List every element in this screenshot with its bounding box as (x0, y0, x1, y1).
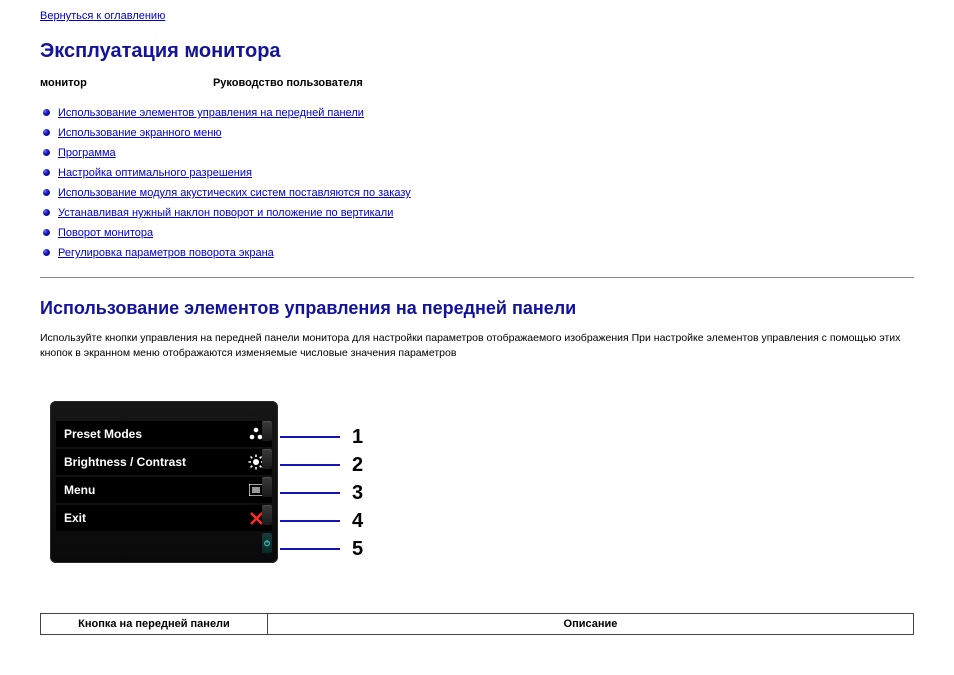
osd-item-brightness-contrast: Brightness / Contrast (56, 449, 272, 475)
callout-numbers: 1 2 3 4 5 (280, 401, 363, 563)
section-heading: Использование элементов управления на пе… (40, 298, 914, 319)
toc-link-sound-module[interactable]: Использование модуля акустических систем… (58, 187, 411, 199)
bezel-buttons (262, 421, 272, 553)
bezel-button-4 (262, 505, 272, 525)
toc-link-front-controls[interactable]: Использование элементов управления на пе… (58, 107, 364, 119)
osd-item-exit: Exit (56, 505, 272, 531)
monitor-bezel: Preset Modes Brightness / Contrast Menu … (50, 401, 278, 563)
callout-5: 5 (352, 538, 363, 561)
table-of-contents: Использование элементов управления на пе… (40, 103, 914, 263)
osd-item-preset-modes: Preset Modes (56, 421, 272, 447)
subtitle-monitor: монитор (40, 77, 87, 89)
osd-label: Menu (64, 477, 95, 503)
osd-label: Preset Modes (64, 421, 142, 447)
front-panel-figure: Preset Modes Brightness / Contrast Menu … (50, 401, 914, 563)
callout-2: 2 (352, 454, 363, 477)
description-table: Кнопка на передней панели Описание (40, 613, 914, 635)
power-icon (263, 539, 271, 547)
table-header-button: Кнопка на передней панели (41, 614, 268, 635)
osd-label: Exit (64, 505, 86, 531)
back-to-contents-link[interactable]: Вернуться к оглавлению (40, 10, 165, 22)
callout-3: 3 (352, 482, 363, 505)
toc-link-osd[interactable]: Использование экранного меню (58, 127, 222, 139)
osd-item-menu: Menu (56, 477, 272, 503)
toc-link-optimal-resolution[interactable]: Настройка оптимального разрешения (58, 167, 252, 179)
osd-label: Brightness / Contrast (64, 449, 186, 475)
bezel-button-1 (262, 421, 272, 441)
toc-link-tilt-swivel[interactable]: Устанавливая нужный наклон поворот и пол… (58, 207, 393, 219)
section-body-text: Используйте кнопки управления на передне… (40, 331, 914, 361)
subtitle-row: монитор Руководство пользователя (40, 77, 914, 89)
toc-link-rotation-settings[interactable]: Регулировка параметров поворота экрана (58, 247, 274, 259)
callout-4: 4 (352, 510, 363, 533)
callout-1: 1 (352, 426, 363, 449)
page-title: Эксплуатация монитора (40, 40, 914, 63)
power-button (262, 533, 272, 553)
table-header-description: Описание (267, 614, 913, 635)
divider (40, 277, 914, 278)
bezel-button-3 (262, 477, 272, 497)
toc-link-rotate-monitor[interactable]: Поворот монитора (58, 227, 153, 239)
bezel-button-2 (262, 449, 272, 469)
subtitle-guide: Руководство пользователя (213, 77, 363, 89)
toc-link-program[interactable]: Программа (58, 147, 116, 159)
